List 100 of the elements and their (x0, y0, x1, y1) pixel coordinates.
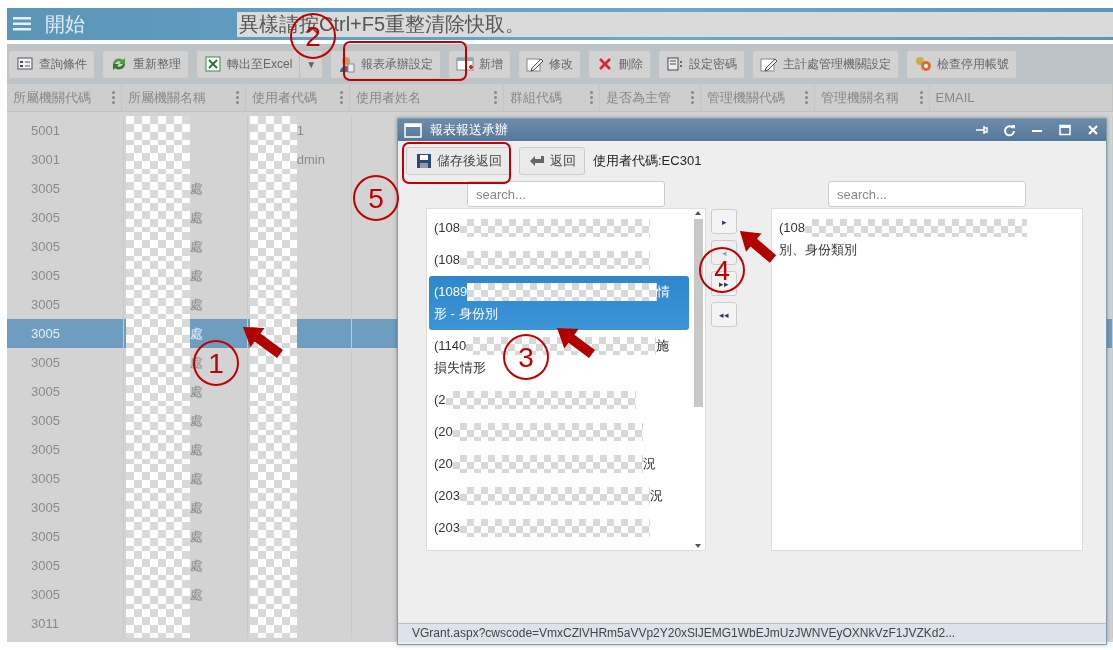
table-cell[interactable]: 3005 (31, 500, 60, 515)
table-cell: 處 (189, 556, 203, 575)
column-menu-icon[interactable] (236, 91, 240, 104)
table-cell[interactable]: 3005 (31, 268, 60, 283)
item-text[interactable]: (1089 (434, 281, 468, 303)
list-item[interactable]: (1089 情 形 - 身份別 (429, 276, 689, 330)
scroll-down-icon[interactable] (694, 542, 702, 550)
table-cell[interactable]: 3005 (31, 471, 60, 486)
redacted-area (125, 261, 190, 290)
toolbar-button[interactable]: 報表承辦設定 (330, 49, 442, 79)
table-cell[interactable]: 3005 (31, 326, 60, 341)
redacted-area (125, 580, 190, 609)
search-field[interactable]: search... (828, 181, 1026, 207)
item-text[interactable]: (108 (779, 217, 806, 239)
item-text: 情 (657, 283, 671, 301)
column-menu-icon[interactable] (691, 91, 695, 104)
table-cell[interactable]: 3005 (31, 558, 60, 573)
move-button[interactable]: ◂◂ (711, 302, 737, 327)
people-icon (914, 55, 933, 73)
redacted-area (125, 203, 190, 232)
item-text[interactable]: (108 (434, 217, 461, 239)
toolbar-button[interactable]: 設定密碼 (658, 49, 746, 79)
redacted-area (125, 377, 190, 406)
item-text[interactable]: (108 (434, 249, 461, 271)
toolbar-button[interactable]: 主計處管理機關設定 (752, 49, 900, 79)
item-text[interactable]: (20 (434, 421, 453, 443)
column-header[interactable]: 群組代碼 (503, 84, 600, 111)
column-header[interactable]: 使用者代碼 (246, 84, 351, 111)
toolbar-button[interactable]: 修改 (518, 49, 582, 79)
step-number: 5 (353, 175, 399, 221)
table-cell[interactable]: 3005 (31, 384, 60, 399)
table-cell: 1 (296, 123, 304, 138)
column-header[interactable]: 管理機關代碼 (701, 84, 816, 111)
toolbar-button[interactable]: 查詢條件 (8, 49, 95, 79)
column-menu-icon[interactable] (493, 91, 497, 104)
user-code-label: 使用者代碼:EC301 (593, 152, 702, 170)
step-number: 3 (503, 334, 549, 380)
table-cell[interactable]: 3005 (31, 210, 60, 225)
save-icon (415, 152, 433, 170)
redacted-area (125, 406, 190, 435)
item-text[interactable]: (203 (434, 485, 461, 507)
column-header[interactable]: 所屬機關代碼 (7, 84, 123, 111)
toolbar-button[interactable]: 轉出至Excel (196, 49, 301, 79)
column-header[interactable]: EMAIL (929, 84, 1113, 111)
item-text[interactable]: (20 (434, 453, 453, 475)
table-cell[interactable]: 3005 (31, 529, 60, 544)
toolbar-button[interactable]: 刪除 (588, 49, 652, 79)
toolbar-button[interactable]: 重新整理 (102, 49, 189, 79)
item-text: 損失情形 (434, 359, 486, 377)
table-cell[interactable]: 3005 (31, 297, 60, 312)
maximize-icon[interactable] (1058, 123, 1072, 137)
scrollbar[interactable] (691, 209, 705, 550)
redacted-area (249, 174, 297, 203)
redacted-area (125, 493, 190, 522)
table-cell[interactable]: 3005 (31, 442, 60, 457)
item-text[interactable]: (1140 (434, 335, 467, 357)
table-cell[interactable]: 5001 (31, 123, 60, 138)
column-menu-icon[interactable] (340, 91, 344, 104)
pencil-icon (526, 55, 545, 73)
toolbar-button[interactable]: 檢查停用帳號 (906, 49, 1018, 79)
table-cell: 處 (189, 469, 203, 488)
move-button[interactable]: ▸ (711, 209, 737, 234)
dialog-button[interactable]: 返回 (519, 147, 585, 175)
table-cell: 處 (189, 411, 203, 430)
search-field[interactable]: search... (467, 181, 665, 207)
person-icon (338, 55, 357, 73)
redacted-area (125, 174, 190, 203)
pointer-arrow (243, 327, 283, 358)
column-header[interactable]: 使用者姓名 (350, 84, 504, 111)
table-cell[interactable]: 3005 (31, 181, 60, 196)
scroll-up-icon[interactable] (694, 209, 702, 217)
table-cell[interactable]: 3005 (31, 239, 60, 254)
pointer-arrow (740, 231, 777, 263)
table-cell: 處 (189, 527, 203, 546)
table-cell[interactable]: 3001 (31, 152, 60, 167)
column-menu-icon[interactable] (919, 91, 923, 104)
page-title: 開始 (45, 11, 86, 37)
status-bar: VGrant.aspx?cwscode=VmxCZlVHRm5aVVp2Y20xSlJEMG1WbEJmUzJWNVEyOXNkVzF1JVZKd2... (398, 623, 1106, 642)
table-cell[interactable]: 3005 (31, 355, 60, 370)
dialog-button[interactable]: 儲存後返回 (406, 147, 511, 175)
table-cell[interactable]: 3005 (31, 587, 60, 602)
column-menu-icon[interactable] (805, 91, 809, 104)
column-header[interactable]: 管理機關名稱 (815, 84, 930, 111)
refresh-icon[interactable] (1002, 123, 1016, 137)
toolbar-button[interactable]: 新增 (448, 49, 512, 79)
table-cell: 處 (189, 440, 203, 459)
redacted-area (249, 116, 297, 145)
column-header[interactable]: 是否為主管 (599, 84, 702, 111)
redacted-area (249, 290, 297, 319)
column-menu-icon[interactable] (112, 91, 116, 104)
pin-icon[interactable] (974, 123, 988, 137)
column-header[interactable]: 所屬機關名稱 (122, 84, 247, 111)
close-icon[interactable] (1086, 123, 1100, 137)
dropdown-button[interactable]: ▼ (299, 49, 324, 79)
column-menu-icon[interactable] (589, 91, 593, 104)
item-text[interactable]: (2 (434, 389, 446, 411)
table-cell[interactable]: 3005 (31, 413, 60, 428)
table-cell: 處 (189, 208, 203, 227)
item-text[interactable]: (203 (434, 517, 461, 539)
table-cell[interactable]: 3011 (31, 616, 59, 631)
